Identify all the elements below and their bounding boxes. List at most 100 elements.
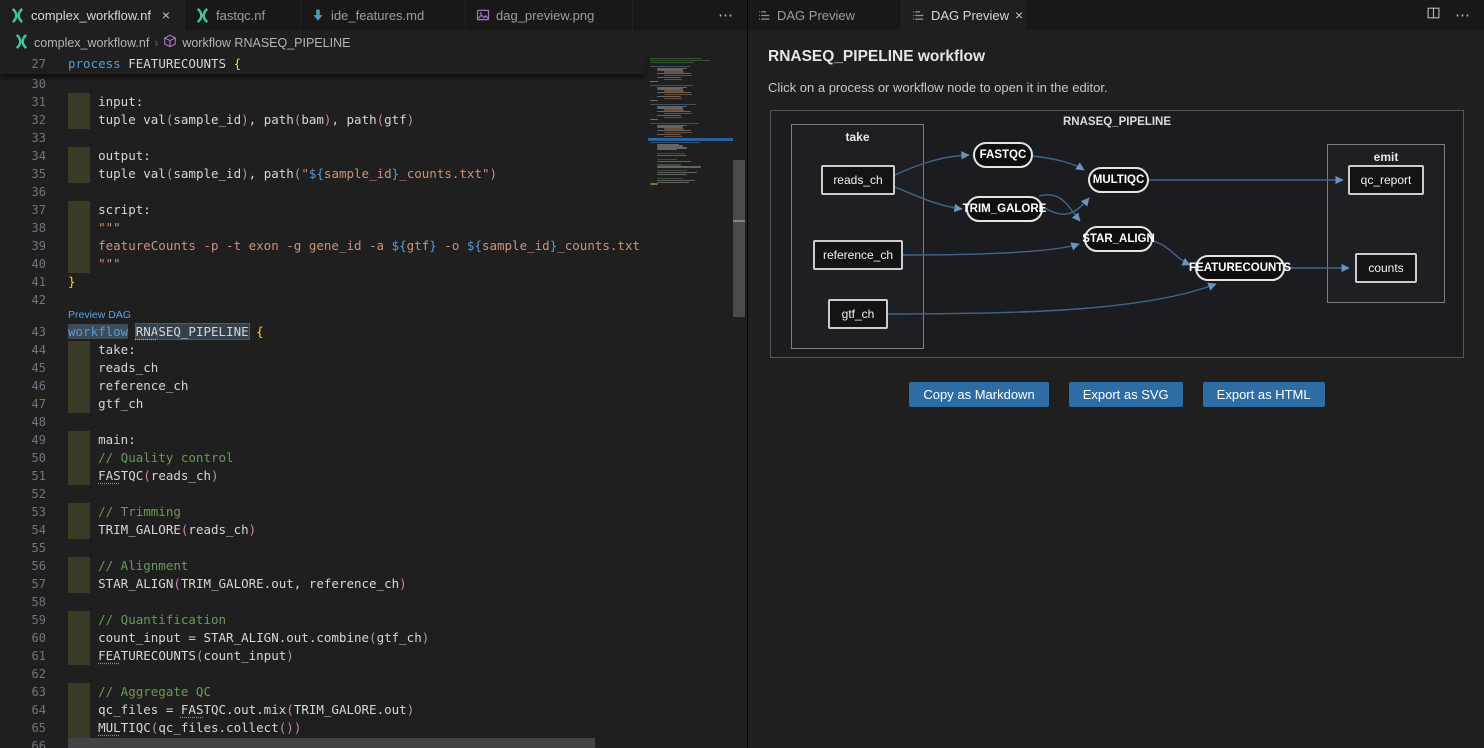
code-line: 53 // Trimming <box>0 503 645 521</box>
sticky-scroll-line[interactable]: 27process FEATURECOUNTS { <box>0 55 645 75</box>
code-line: 47 gtf_ch <box>0 395 645 413</box>
breadcrumb-separator: › <box>154 36 158 50</box>
code-line: 56 // Alignment <box>0 557 645 575</box>
line-number: 64 <box>0 701 46 719</box>
code-line: 57 STAR_ALIGN(TRIM_GALORE.out, reference… <box>0 575 645 593</box>
code-line: 30 <box>0 75 645 93</box>
code-line: 64 qc_files = FASTQC.out.mix(TRIM_GALORE… <box>0 701 645 719</box>
scrollbar-decoration <box>733 220 745 222</box>
panel-subtitle: Click on a process or workflow node to o… <box>768 80 1484 95</box>
code-line: 32 tuple val(sample_id), path(bam), path… <box>0 111 645 129</box>
export-buttons-row: Copy as Markdown Export as SVG Export as H… <box>770 382 1464 407</box>
minimap-line <box>657 178 683 179</box>
line-number: 43 <box>0 323 46 341</box>
tab-label: DAG Preview <box>931 8 1009 23</box>
line-number: 36 <box>0 183 46 201</box>
code-line: 55 <box>0 539 645 557</box>
minimap-line <box>650 100 658 101</box>
line-number: 57 <box>0 575 46 593</box>
minimap-line <box>650 142 700 143</box>
horizontal-scrollbar[interactable] <box>68 738 595 748</box>
minimap-line <box>657 159 677 160</box>
tab-overflow-button[interactable]: ⋯ <box>718 6 733 24</box>
code-line: 31 input: <box>0 93 645 111</box>
code-line: 35 tuple val(sample_id), path("${sample_… <box>0 165 645 183</box>
preview-icon <box>912 9 925 22</box>
code-line: 39 featureCounts -p -t exon -g gene_id -… <box>0 237 645 255</box>
dag-node-reference_ch[interactable]: reference_ch <box>813 240 903 270</box>
code-editor[interactable]: 3031 input:32 tuple val(sample_id), path… <box>0 55 747 748</box>
line-number: 55 <box>0 539 46 557</box>
tab-left-dag-preview-png[interactable]: dag_preview.png <box>466 0 633 30</box>
dag-node-FEATURECOUNTS[interactable]: FEATURECOUNTS <box>1195 255 1285 281</box>
code-line: 51 FASTQC(reads_ch) <box>0 467 645 485</box>
tab-left-complex-workflow-nf[interactable]: complex_workflow.nf × <box>0 0 185 30</box>
breadcrumb: complex_workflow.nf › workflow RNASEQ_PI… <box>0 30 747 55</box>
dag-node-gtf_ch[interactable]: gtf_ch <box>828 299 888 329</box>
markdown-down-arrow-icon <box>311 8 325 22</box>
code-line: 46 reference_ch <box>0 377 645 395</box>
minimap-line <box>664 98 682 99</box>
code-line: 33 <box>0 129 645 147</box>
app-window: { "glyphs": { "overflow": "⋯", "close": … <box>0 0 1484 748</box>
symbol-namespace-icon <box>163 34 177 51</box>
nextflow-icon <box>14 34 29 52</box>
workflow-diagram: RNASEQ_PIPELINE takeemitreads_chreferenc… <box>770 110 1464 358</box>
line-number: 51 <box>0 467 46 485</box>
dag-node-counts[interactable]: counts <box>1355 253 1417 283</box>
code-line: 45 reads_ch <box>0 359 645 377</box>
right-tab-actions: ⋯ <box>1426 0 1484 30</box>
minimap-line <box>657 161 691 162</box>
nextflow-icon <box>10 8 25 23</box>
line-number: 45 <box>0 359 46 377</box>
editor-group-right: DAG Preview DAG Preview × ⋯ RNASEQ_PIPELIN… <box>748 0 1484 748</box>
line-number: 56 <box>0 557 46 575</box>
code-line: 44 take: <box>0 341 645 359</box>
dag-node-reads_ch[interactable]: reads_ch <box>821 165 895 195</box>
tab-right-dag-preview[interactable]: DAG Preview <box>748 0 902 30</box>
close-icon[interactable]: × <box>1015 8 1023 22</box>
line-number: 58 <box>0 593 46 611</box>
breadcrumb-symbol[interactable]: workflow RNASEQ_PIPELINE <box>163 34 350 51</box>
line-number: 52 <box>0 485 46 503</box>
minimap-line <box>650 104 696 105</box>
code-lines: 3031 input:32 tuple val(sample_id), path… <box>0 75 645 748</box>
close-icon[interactable]: × <box>158 8 174 22</box>
copy-as-markdown-button[interactable]: Copy as Markdown <box>909 382 1048 407</box>
minimap[interactable] <box>648 55 733 748</box>
more-actions-button[interactable]: ⋯ <box>1455 6 1470 24</box>
line-number: 34 <box>0 147 46 165</box>
code-line: 62 <box>0 665 645 683</box>
image-icon <box>476 8 490 22</box>
sticky-code-line: 27process FEATURECOUNTS { <box>0 55 645 73</box>
line-number: 27 <box>0 55 46 73</box>
dag-node-MULTIQC[interactable]: MULTIQC <box>1088 167 1149 193</box>
codelens-preview-dag[interactable]: Preview DAG <box>68 309 131 322</box>
minimap-line <box>650 66 690 67</box>
export-as-svg-button[interactable]: Export as SVG <box>1069 382 1183 407</box>
breadcrumb-file[interactable]: complex_workflow.nf <box>14 34 149 52</box>
vertical-scrollbar[interactable] <box>732 55 746 748</box>
tab-left-ide-features-md[interactable]: ide_features.md <box>301 0 466 30</box>
preview-icon <box>758 9 771 22</box>
line-number: 47 <box>0 395 46 413</box>
line-number: 62 <box>0 665 46 683</box>
tab-left-fastqc-nf[interactable]: fastqc.nf <box>185 0 301 30</box>
dag-node-qc_report[interactable]: qc_report <box>1348 165 1424 195</box>
code-line: 34 output: <box>0 147 645 165</box>
minimap-line <box>650 81 658 82</box>
line-number: 44 <box>0 341 46 359</box>
tab-right-dag-preview[interactable]: DAG Preview × <box>902 0 1026 30</box>
dag-node-TRIM_GALORE[interactable]: TRIM_GALORE <box>966 196 1043 222</box>
split-editor-icon[interactable] <box>1426 6 1441 25</box>
code-line: 48 <box>0 413 645 431</box>
vertical-scrollbar-thumb[interactable] <box>733 160 745 317</box>
line-number: 30 <box>0 75 46 93</box>
tab-label: complex_workflow.nf <box>31 8 151 23</box>
tab-label: DAG Preview <box>777 8 855 23</box>
dag-node-STAR_ALIGN[interactable]: STAR_ALIGN <box>1084 226 1153 252</box>
export-as-html-button[interactable]: Export as HTML <box>1203 382 1325 407</box>
line-number: 59 <box>0 611 46 629</box>
code-line: 49 main: <box>0 431 645 449</box>
dag-node-FASTQC[interactable]: FASTQC <box>973 142 1033 168</box>
